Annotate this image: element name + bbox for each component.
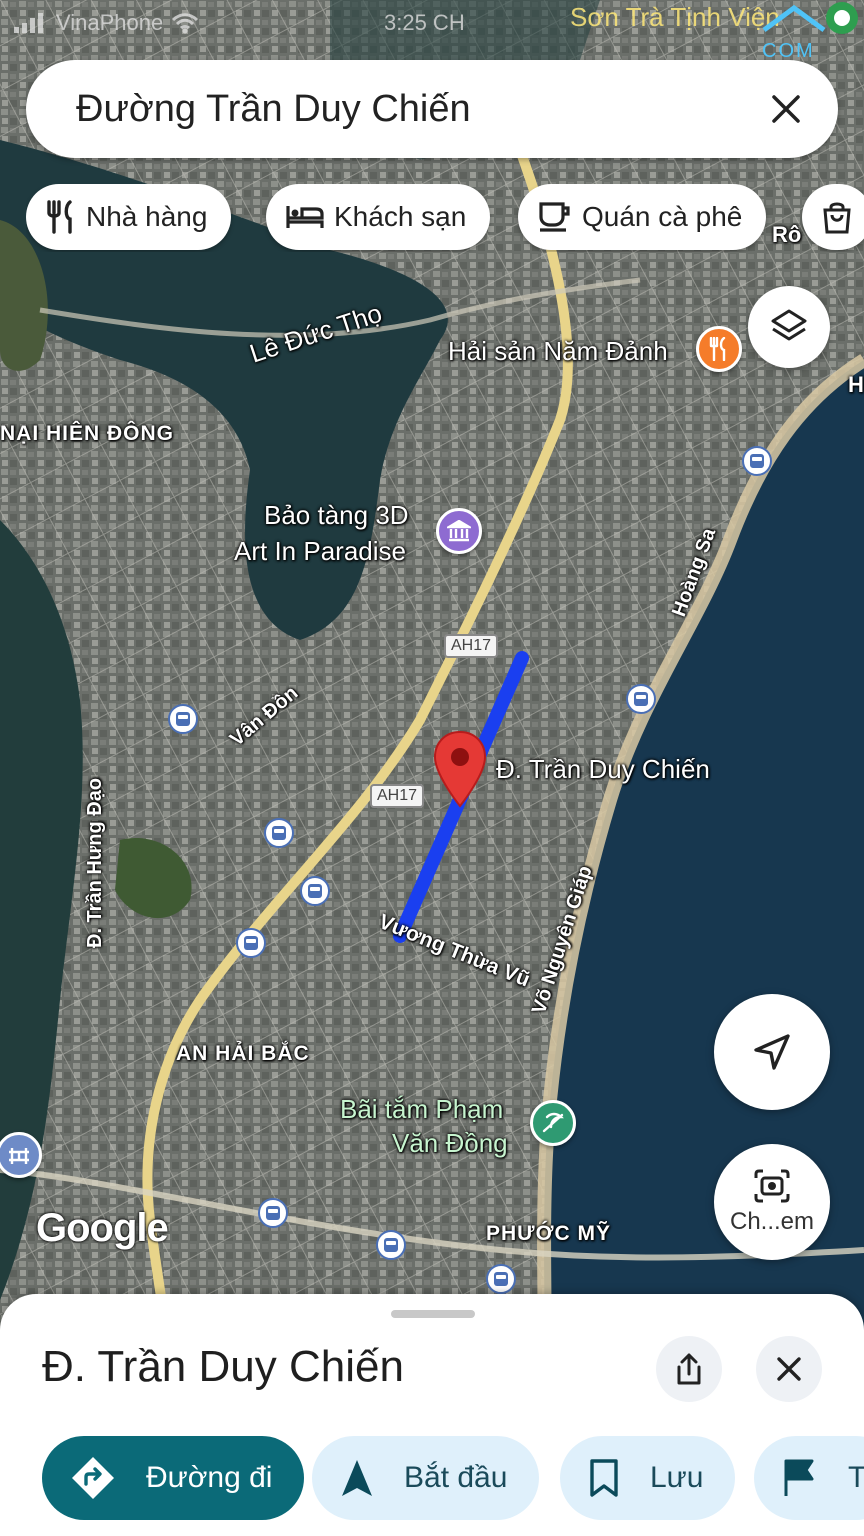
map-label-nai-hien-dong: NẠI HIÊN ĐÔNG (0, 422, 175, 445)
layers-button[interactable] (748, 286, 830, 368)
map-label-bai-tam-1: Bãi tắm Phạm (340, 1094, 504, 1124)
camera-search-label: Ch...em (729, 1208, 815, 1235)
map-label-hai-san: Hải sản Năm Đảnh (448, 336, 668, 366)
navigation-arrow-icon (754, 1034, 790, 1070)
action-buttons-row: Đường đi Bắt đầu Lưu T (0, 1436, 864, 1520)
bus-stop-icon[interactable] (300, 876, 330, 906)
flag-icon (784, 1459, 814, 1496)
watermark-logo: COM (760, 0, 860, 64)
bookmark-icon (590, 1459, 618, 1497)
chip-label: Quán cà phê (582, 201, 743, 232)
map-label-bai-tam-2: Văn Đồng (392, 1128, 508, 1158)
fork-knife-icon (47, 200, 72, 234)
my-location-button[interactable] (714, 994, 830, 1110)
sheet-drag-handle[interactable] (391, 1310, 475, 1318)
museum-poi-icon[interactable] (436, 508, 482, 554)
map-label-bao-tang-2: Art In Paradise (234, 536, 406, 566)
status-time: 3:25 CH (384, 10, 465, 35)
shopping-bag-icon (823, 202, 851, 234)
carrier-name: VinaPhone (56, 10, 164, 35)
map-label-tran-hung-dao: Đ. Trần Hưng Đạo (84, 777, 106, 948)
layers-icon (771, 309, 807, 341)
search-query[interactable]: Đường Trần Duy Chiến (76, 88, 756, 131)
chip-label: Khách sạn (334, 201, 467, 232)
bus-stop-icon[interactable] (236, 928, 266, 958)
navigate-icon (342, 1460, 372, 1496)
beach-poi-icon[interactable] (530, 1100, 576, 1146)
coffee-cup-icon (539, 202, 570, 232)
save-label: Lưu (650, 1461, 704, 1494)
category-chips: Nhà hàng Khách sạn Quán cà phê (26, 184, 864, 252)
save-button[interactable]: Lưu (560, 1436, 736, 1520)
close-sheet-button[interactable] (756, 1336, 822, 1402)
place-title: Đ. Trần Duy Chiến (42, 1342, 404, 1391)
road-shield-ah17: AH17 (444, 634, 499, 658)
bus-stop-icon[interactable] (264, 818, 294, 848)
chip-hotels[interactable]: Khách sạn (266, 184, 491, 250)
flag-button[interactable]: T (754, 1436, 864, 1520)
chip-restaurants[interactable]: Nhà hàng (26, 184, 232, 250)
bus-stop-icon[interactable] (168, 704, 198, 734)
directions-icon (72, 1457, 114, 1499)
bus-stop-icon[interactable] (742, 446, 772, 476)
close-icon (772, 95, 800, 123)
bus-stop-icon[interactable] (258, 1198, 288, 1228)
start-label: Bắt đầu (404, 1461, 508, 1494)
bed-icon (286, 206, 324, 228)
share-button[interactable] (656, 1336, 722, 1402)
chip-label: Nhà hàng (86, 201, 208, 232)
chip-shopping[interactable] (802, 184, 864, 250)
flag-label: T (848, 1461, 864, 1494)
bus-stop-icon[interactable] (486, 1264, 516, 1294)
bus-stop-icon[interactable] (626, 684, 656, 714)
clear-search-button[interactable] (756, 79, 816, 139)
directions-button[interactable]: Đường đi (42, 1436, 305, 1520)
status-bar: VinaPhone 3:25 CH Sơn Trà Tịnh Viện COM (0, 0, 864, 62)
carrier-info: VinaPhone (14, 10, 199, 36)
camera-icon (754, 1169, 790, 1203)
road-shield-ah17: AH17 (370, 784, 425, 808)
close-icon (777, 1357, 801, 1381)
overlay-text: Sơn Trà Tịnh Viện (570, 2, 780, 32)
place-bottom-sheet[interactable]: Đ. Trần Duy Chiến Đường đi Bắt đầu Lưu T (0, 1294, 864, 1536)
directions-label: Đường đi (146, 1461, 273, 1494)
map-label-h-edge: H (848, 372, 864, 397)
location-pin-icon[interactable] (432, 730, 488, 810)
share-icon (677, 1353, 701, 1385)
search-bar[interactable]: Đường Trần Duy Chiến (26, 60, 838, 158)
map-label-bao-tang-1: Bảo tàng 3D (264, 500, 409, 530)
signal-icon (14, 13, 43, 33)
map-label-route: Đ. Trần Duy Chiến (496, 754, 710, 784)
google-attribution: Google (36, 1206, 169, 1250)
watermark-house-icon (762, 2, 858, 34)
restaurant-poi-icon[interactable] (696, 326, 742, 372)
bus-stop-icon[interactable] (376, 1230, 406, 1260)
camera-search-button[interactable]: Ch...em (714, 1144, 830, 1260)
chip-coffee[interactable]: Quán cà phê (518, 184, 767, 250)
start-button[interactable]: Bắt đầu (312, 1436, 540, 1520)
map-label-phuoc-my: PHƯỚC MỸ (486, 1222, 612, 1245)
wifi-icon (172, 13, 199, 34)
map-label-an-hai-bac: AN HẢI BẮC (176, 1042, 310, 1065)
